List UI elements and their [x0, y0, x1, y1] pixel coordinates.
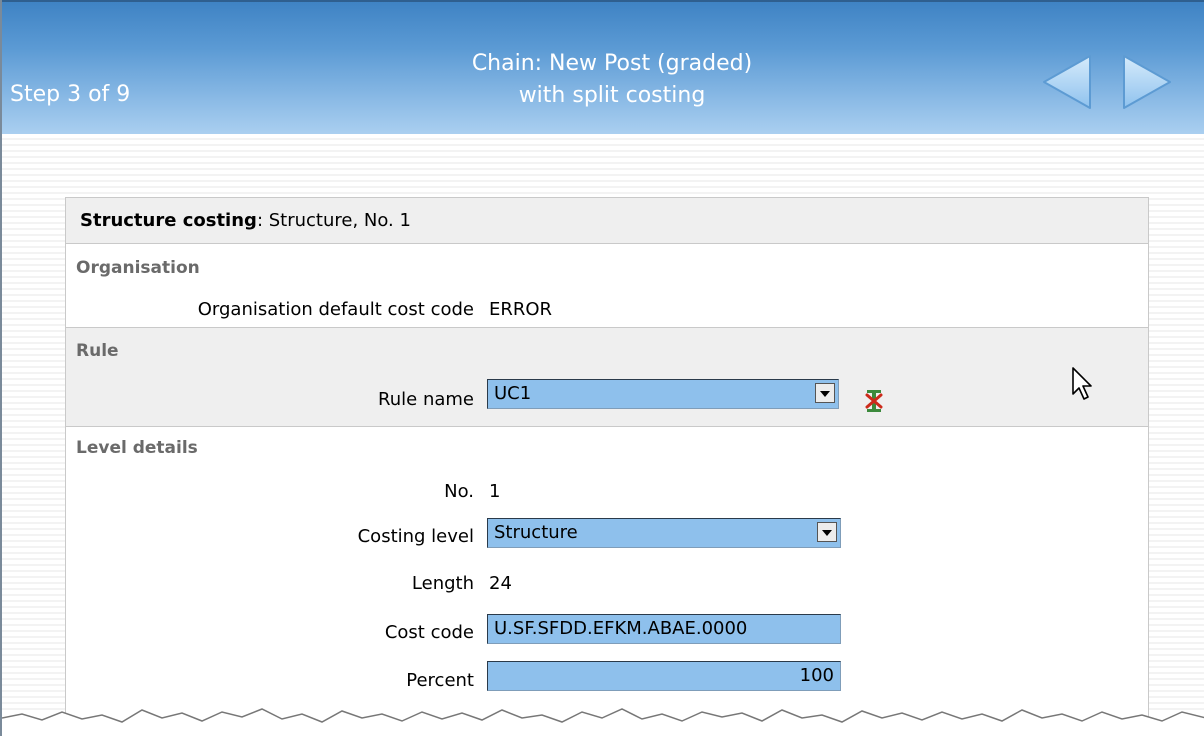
- section-heading-level-details: Level details: [76, 438, 198, 458]
- no-value: 1: [489, 481, 501, 502]
- panel-title: Structure costing: Structure, No. 1: [66, 198, 1148, 244]
- right-arrow-icon[interactable]: [1120, 52, 1176, 112]
- no-label: No.: [444, 481, 474, 502]
- rule-section: [66, 327, 1148, 427]
- length-label: Length: [411, 573, 474, 594]
- structure-costing-panel: Structure costing: Structure, No. 1 Orga…: [65, 197, 1149, 736]
- cost-code-label: Cost code: [384, 622, 474, 643]
- length-value: 24: [489, 573, 512, 594]
- percent-label: Percent: [406, 670, 474, 691]
- section-heading-rule: Rule: [76, 341, 119, 361]
- cost-code-input[interactable]: U.SF.SFDD.EFKM.ABAE.0000: [487, 614, 841, 644]
- panel-title-rest: : Structure, No. 1: [256, 210, 411, 231]
- step-indicator: Step 3 of 9: [10, 82, 131, 107]
- mouse-pointer-icon: [1072, 367, 1092, 400]
- left-arrow-icon[interactable]: [1038, 52, 1094, 112]
- costing-level-label: Costing level: [357, 526, 474, 547]
- costing-level-select[interactable]: Structure: [487, 518, 841, 548]
- panel-title-bold: Structure costing: [80, 210, 257, 231]
- chain-title-line2: with split costing: [518, 83, 706, 108]
- chevron-down-icon[interactable]: [815, 383, 835, 403]
- wizard-header: Step 3 of 9 Chain: New Post (graded) wit…: [2, 0, 1204, 134]
- org-default-cost-code-value: ERROR: [489, 299, 553, 320]
- chain-title-line1: Chain: New Post (graded): [471, 51, 753, 76]
- clear-rule-icon[interactable]: [863, 387, 885, 415]
- percent-input[interactable]: 100: [487, 661, 841, 691]
- org-default-cost-code-label: Organisation default cost code: [197, 299, 474, 320]
- costing-level-value: Structure: [494, 522, 578, 543]
- torn-edge-decoration: [2, 708, 1204, 736]
- rule-name-select[interactable]: UC1: [487, 379, 839, 409]
- chain-title: Chain: New Post (graded) with split cost…: [352, 48, 872, 112]
- section-heading-organisation: Organisation: [76, 258, 200, 278]
- rule-name-label: Rule name: [378, 389, 474, 410]
- wizard-page: Step 3 of 9 Chain: New Post (graded) wit…: [0, 0, 1204, 736]
- chevron-down-icon[interactable]: [817, 522, 837, 542]
- cost-code-value: U.SF.SFDD.EFKM.ABAE.0000: [494, 618, 748, 639]
- rule-name-value: UC1: [494, 383, 532, 404]
- percent-value: 100: [799, 665, 834, 686]
